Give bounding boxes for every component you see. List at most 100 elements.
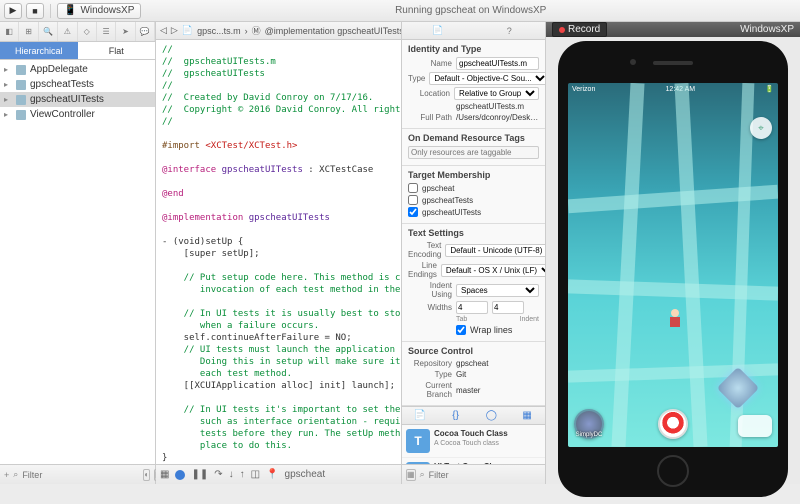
recent-filter-icon[interactable]: ◐ [143,469,150,481]
help-inspector-tab[interactable]: ? [474,22,546,39]
library-panel: 📄 {} ◯ ▦ TCocoa Touch ClassA Cocoa Touch… [402,406,545,464]
breakpoint-toggle[interactable] [175,470,185,480]
profile-button[interactable] [574,409,604,439]
file-inspector-tab[interactable]: 📄 [402,22,474,39]
project-nav-tab[interactable]: ◧ [0,22,19,41]
type-select[interactable]: Default - Objective-C Sou... [429,72,546,85]
navigator-tabs: ◧ ⊞ 🔍 ⚠ ◇ ☰ ➤ 💬 [0,22,155,42]
indent-select[interactable]: Spaces [456,284,539,297]
step-over-icon[interactable]: ↷ [214,469,222,480]
nav-item[interactable]: gpscheatTests [0,77,155,92]
grid-view-icon[interactable]: ▦ [406,469,416,481]
device-screen[interactable]: Verizon 12:42 AM 🔋 ⌖ [568,83,778,447]
code-snippet-tab[interactable]: {} [438,407,474,424]
name-field[interactable] [456,57,539,70]
view-debug-icon[interactable]: ◫ [251,469,260,480]
nav-item[interactable]: gpscheatUITests [0,92,155,107]
odr-field [408,146,539,159]
jumpbar-file[interactable]: gpsc...ts.m [197,26,241,36]
source-header: Source Control [408,346,539,356]
scheme-selector[interactable]: 📱 WindowsXP [57,3,141,19]
find-nav-tab[interactable]: 🔍 [39,22,58,41]
nav-item[interactable]: AppDelegate [0,62,155,77]
location-select[interactable]: Relative to Group [454,87,539,100]
class-icon [16,110,26,120]
navigator-filter-input[interactable] [22,470,139,480]
class-icon [16,65,26,75]
jump-bar[interactable]: ◁ ▷ 📄 gpsc...ts.m › Ⓜ @implementation gp… [156,22,401,40]
debug-nav-tab[interactable]: ☰ [97,22,116,41]
phone-speaker [653,61,693,65]
record-button[interactable]: Record [552,22,607,37]
breakpoint-nav-tab[interactable]: ➤ [116,22,135,41]
step-out-icon[interactable]: ↑ [240,469,245,480]
hide-debug-icon[interactable]: ▦ [160,469,169,480]
home-button[interactable] [657,455,689,487]
editor-area: ◁ ▷ 📄 gpsc...ts.m › Ⓜ @implementation gp… [156,22,402,484]
compass-button[interactable]: ⌖ [750,117,772,139]
report-nav-tab[interactable]: 💬 [136,22,155,41]
library-filter-input[interactable] [429,470,546,480]
target-checkbox[interactable] [408,195,418,205]
player-avatar[interactable] [669,309,681,327]
target-checkbox[interactable] [408,207,418,217]
step-in-icon[interactable]: ↓ [229,469,234,480]
template-icon: T [406,429,430,453]
object-library-tab[interactable]: ◯ [474,407,510,424]
inspector-panel: 📄 ? Identity and Type Name TypeDefault -… [402,22,546,484]
library-item[interactable]: TCocoa Touch ClassA Cocoa Touch class [402,425,545,458]
back-icon[interactable]: ◁ [160,25,167,36]
encoding-select[interactable]: Default - Unicode (UTF-8) [445,244,546,257]
media-library-tab[interactable]: ▦ [509,407,545,424]
fullpath-value: /Users/dconroy/Desktop/gpscheat/gpscheat… [456,113,539,122]
symbol-nav-tab[interactable]: ⊞ [19,22,38,41]
location-icon[interactable]: 📍 [266,469,278,480]
odr-header: On Demand Resource Tags [408,133,539,143]
inspector-tabs: 📄 ? [402,22,545,40]
source-editor[interactable]: // // gpscheatUITests.m // gpscheatUITes… [156,40,401,464]
library-filter-bar: ▦ ⌕ [402,464,545,484]
stop-button[interactable]: ■ [26,3,44,19]
text-settings-section: Text Settings Text EncodingDefault - Uni… [402,224,545,342]
odr-section: On Demand Resource Tags [402,129,545,166]
navigator-filter-bar: + ⌕ ◐ ◫ [0,464,155,484]
debug-target[interactable]: gpscheat [285,469,326,480]
scope-hierarchical[interactable]: Hierarchical [0,42,78,59]
nearby-button[interactable] [738,415,772,437]
identity-section: Identity and Type Name TypeDefault - Obj… [402,40,545,129]
target-checkbox[interactable] [408,183,418,193]
target-membership-section: Target Membership gpscheat gpscheatTests… [402,166,545,224]
navigator-scope: Hierarchical Flat [0,42,155,60]
phone-icon: 📱 [64,5,76,16]
jumpbar-symbol[interactable]: @implementation gpscheatUITests [265,26,401,36]
test-nav-tab[interactable]: ◇ [78,22,97,41]
device-frame: Verizon 12:42 AM 🔋 ⌖ [546,37,800,501]
class-icon [16,95,26,105]
source-control-section: Source Control Repositorygpscheat TypeGi… [402,342,545,406]
pokeball-button[interactable] [658,409,688,439]
scope-flat[interactable]: Flat [78,42,156,59]
navigator-panel: ◧ ⊞ 🔍 ⚠ ◇ ☰ ➤ 💬 Hierarchical Flat AppDel… [0,22,156,484]
main-toolbar: ▶ ■ 📱 WindowsXP Running gpscheat on Wind… [0,0,800,22]
target-header: Target Membership [408,170,539,180]
simulator-device-name: WindowsXP [740,24,794,35]
add-icon[interactable]: + [4,470,9,480]
lineending-select[interactable]: Default - OS X / Unix (LF) [441,264,546,277]
run-button[interactable]: ▶ [4,3,22,19]
tab-width-stepper[interactable] [456,301,488,314]
pause-icon[interactable]: ❚❚ [191,469,208,480]
file-template-tab[interactable]: 📄 [402,407,438,424]
method-icon: Ⓜ [252,24,261,37]
navigator-items: AppDelegate gpscheatTests gpscheatUITest… [0,60,155,464]
nav-item[interactable]: ViewController [0,107,155,122]
simulator-titlebar: Record WindowsXP [546,22,800,37]
wrap-checkbox[interactable] [456,325,466,335]
file-icon: 📄 [182,25,193,36]
issue-nav-tab[interactable]: ⚠ [58,22,77,41]
class-icon [16,80,26,90]
filter-icon: ⌕ [420,469,425,480]
forward-icon[interactable]: ▷ [171,25,178,36]
indent-width-stepper[interactable] [492,301,524,314]
filter-icon: ⌕ [13,469,18,480]
phone-camera [630,59,636,65]
